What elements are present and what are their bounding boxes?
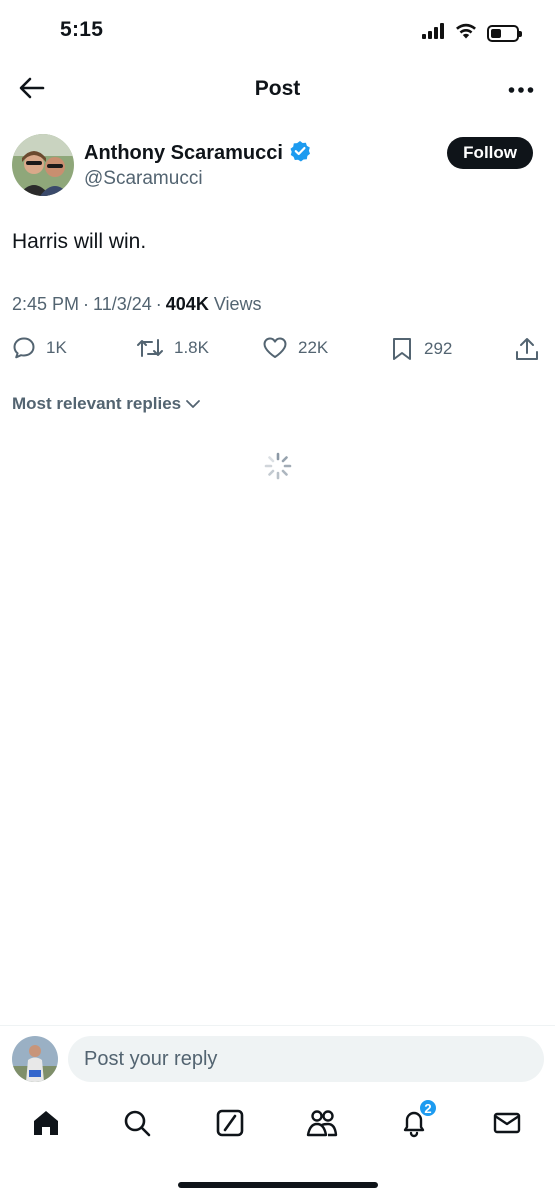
meta-separator: · [83, 294, 90, 314]
views-count[interactable]: 404K [166, 294, 209, 315]
views-label[interactable]: Views [214, 294, 262, 315]
loading-spinner-icon [264, 452, 292, 480]
post-actions: 1K 1.8K 22K 292 [12, 336, 541, 366]
status-icons [421, 22, 522, 44]
repost-button[interactable]: 1.8K [136, 336, 209, 360]
tab-search[interactable] [119, 1108, 155, 1142]
post-detail-screen: 5:15 Post Anthony Scaramucci @Scaramucci… [0, 0, 555, 1200]
verified-badge-icon [289, 140, 311, 167]
current-user-avatar[interactable] [12, 1036, 58, 1082]
home-icon [31, 1108, 61, 1143]
grok-icon [215, 1108, 245, 1143]
reply-icon [12, 336, 36, 360]
battery-icon [487, 24, 522, 42]
more-options-button[interactable] [503, 74, 539, 106]
post-author: Anthony Scaramucci @Scaramucci Follow [12, 134, 533, 198]
like-button[interactable]: 22K [262, 336, 328, 360]
reply-button[interactable]: 1K [12, 336, 67, 360]
replies-sort-label: Most relevant replies [12, 394, 182, 413]
like-count: 22K [298, 338, 329, 357]
notifications-badge: 2 [418, 1098, 438, 1118]
author-name-row: Anthony Scaramucci [84, 140, 311, 167]
divider [0, 1025, 555, 1026]
bookmark-count: 292 [424, 339, 453, 358]
meta-separator: · [155, 294, 162, 314]
search-icon [122, 1108, 152, 1143]
communities-icon [306, 1108, 338, 1143]
page-title: Post [254, 77, 301, 100]
author-avatar[interactable] [12, 134, 74, 196]
replies-sort-dropdown[interactable]: Most relevant replies [12, 394, 201, 414]
top-nav: Post [0, 64, 555, 116]
post-meta: 2:45 PM · 11/3/24 · 404K Views [12, 294, 262, 315]
tab-communities[interactable] [304, 1108, 340, 1142]
cellular-signal-icon [421, 22, 445, 44]
reply-input[interactable] [68, 1036, 544, 1082]
post-text: Harris will win. [12, 230, 147, 253]
tab-messages[interactable] [489, 1108, 525, 1142]
mail-icon [492, 1108, 522, 1143]
wifi-icon [455, 22, 477, 44]
post-time: 2:45 PM [12, 294, 80, 314]
chevron-down-icon [185, 394, 201, 414]
follow-button[interactable]: Follow [447, 137, 533, 169]
more-horizontal-icon [508, 81, 534, 99]
author-name[interactable]: Anthony Scaramucci [84, 142, 283, 165]
bottom-tab-bar: 2 [0, 1098, 555, 1150]
repost-icon [136, 336, 164, 360]
share-icon [514, 336, 540, 362]
share-button[interactable] [514, 336, 540, 362]
repost-count: 1.8K [174, 338, 209, 357]
heart-icon [262, 336, 288, 360]
home-indicator[interactable] [178, 1182, 378, 1188]
tab-notifications[interactable]: 2 [396, 1098, 438, 1142]
battery-level [491, 28, 501, 38]
reply-count: 1K [46, 338, 67, 357]
bookmark-button[interactable]: 292 [390, 336, 452, 362]
status-bar: 5:15 [0, 0, 555, 64]
tab-home[interactable] [28, 1108, 64, 1142]
status-time: 5:15 [60, 18, 104, 41]
tab-grok[interactable] [212, 1108, 248, 1142]
bookmark-icon [390, 336, 414, 362]
author-handle[interactable]: @Scaramucci [84, 168, 203, 190]
post-date: 11/3/24 [93, 294, 152, 314]
